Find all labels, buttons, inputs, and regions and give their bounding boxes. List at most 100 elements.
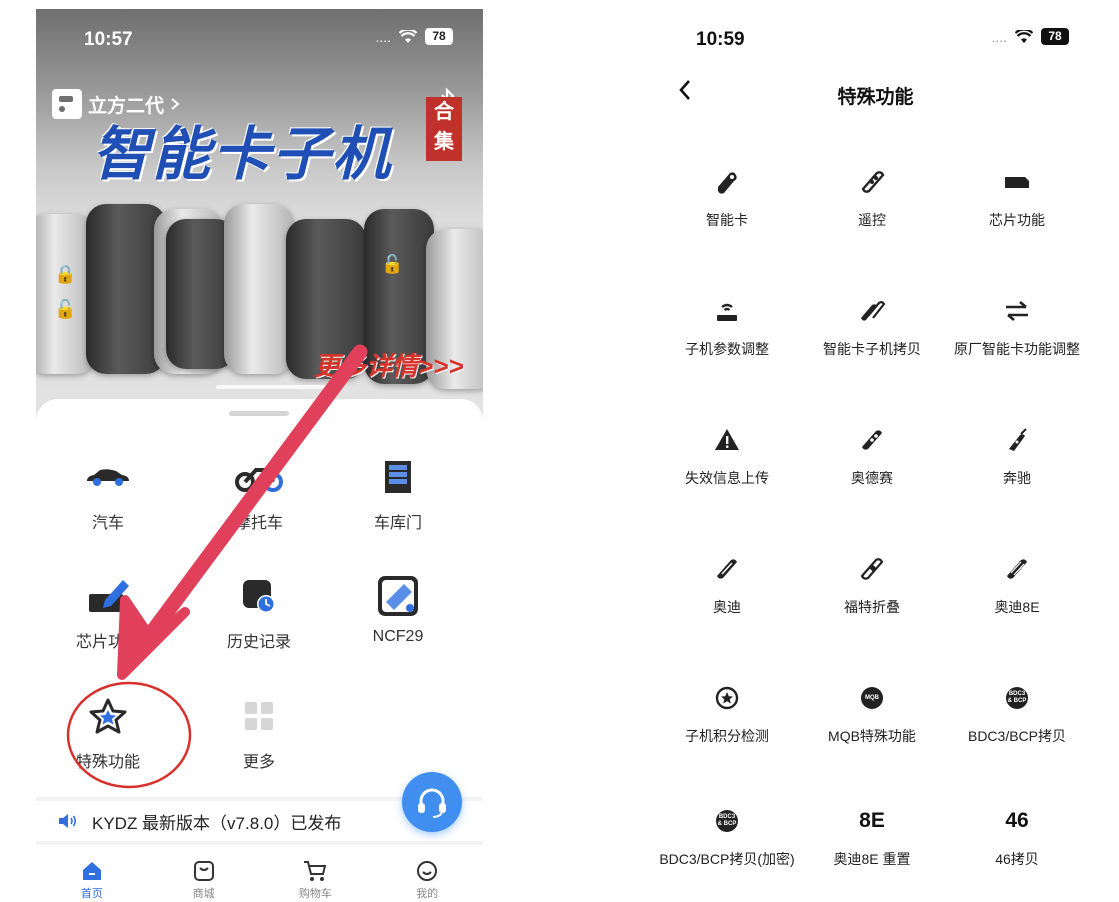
func-label: MQB特殊功能 (828, 728, 916, 744)
more-grid-icon (245, 702, 273, 730)
smart-card-icon (718, 172, 737, 194)
shop-icon (193, 861, 214, 881)
page-title: 特殊功能 (837, 87, 914, 108)
func-points-check[interactable]: 子机积分检测 (652, 683, 802, 746)
status-time: 10:57 (84, 29, 133, 50)
audi-key-icon (717, 559, 737, 579)
tab-label: 商城 (192, 888, 215, 900)
grid-label: NCF29 (372, 628, 424, 645)
carousel-indicator (216, 385, 326, 389)
tab-profile[interactable]: 我的 (371, 857, 483, 902)
func-copy-46[interactable]: 46 46拷贝 (942, 806, 1092, 869)
bdc3-encrypted-icon: BDC3 & BCP (716, 810, 738, 832)
grid-item-special[interactable]: 特殊功能 (48, 696, 168, 772)
chip-icon (1005, 177, 1029, 188)
profile-icon (417, 861, 438, 881)
tab-label: 首页 (80, 888, 103, 900)
func-smart-card[interactable]: 智能卡 (652, 167, 802, 230)
grid-label: 汽车 (91, 515, 124, 532)
func-label: 遥控 (858, 212, 886, 228)
tab-cart[interactable]: 购物车 (260, 857, 372, 902)
tab-label: 购物车 (298, 888, 332, 900)
announcement-text: KYDZ 最新版本（v7.8.0）已发布 (92, 813, 342, 833)
status-icons: .... 78 (375, 28, 453, 45)
grid-label: 特殊功能 (75, 754, 140, 771)
battery-icon: 78 (1041, 28, 1069, 45)
bdc3-icon: BDC3 & BCP (1006, 687, 1028, 709)
copy-key-icon (861, 301, 886, 321)
func-label: 奥迪8E 重置 (833, 851, 911, 867)
func-audi-8e[interactable]: 奥迪8E (942, 554, 1092, 617)
func-param-adjust[interactable]: 子机参数调整 (652, 296, 802, 359)
func-bdc3-copy[interactable]: BDC3 & BCP BDC3/BCP拷贝 (942, 683, 1092, 746)
func-label: 子机参数调整 (685, 341, 769, 357)
func-label: 46拷贝 (995, 851, 1039, 867)
func-label: 子机积分检测 (685, 728, 769, 744)
right-phone-screen: 10:59 .... 78 特殊功能 智能卡 遥控 芯片功能 子机参数调整 智能… (652, 9, 1099, 902)
remote-icon (861, 171, 885, 193)
func-chip[interactable]: 芯片功能 (942, 167, 1092, 230)
func-audi[interactable]: 奥迪 (652, 554, 802, 617)
func-mqb[interactable]: MQB MQB特殊功能 (797, 683, 947, 746)
func-label: 福特折叠 (844, 599, 900, 615)
grid-label: 历史记录 (226, 634, 291, 651)
func-label: 奥迪8E (994, 599, 1040, 615)
func-ford-flip[interactable]: 福特折叠 (797, 554, 947, 617)
battery-icon: 78 (425, 28, 453, 45)
grid-item-ncf29[interactable]: NCF29 (338, 576, 458, 646)
func-label: 智能卡 (706, 212, 748, 228)
func-audi-8e-reset[interactable]: 8E 奥迪8E 重置 (797, 806, 947, 869)
star-icon (89, 698, 127, 734)
warning-icon (715, 429, 739, 450)
copy46-icon: 46 (1005, 809, 1029, 832)
grid-label: 更多 (242, 754, 275, 771)
swap-arrows-icon (1006, 301, 1028, 321)
func-benz[interactable]: 奔驰 (942, 425, 1092, 488)
banner-tag: 合集 (426, 97, 462, 161)
home-icon (82, 862, 101, 880)
mqb-icon: MQB (861, 687, 883, 709)
tab-home[interactable]: 首页 (36, 857, 148, 902)
headset-icon (418, 788, 446, 818)
func-label: BDC3/BCP拷贝 (967, 728, 1067, 744)
status-time: 10:59 (696, 29, 745, 50)
func-odyssey[interactable]: 奥德赛 (797, 425, 947, 488)
banner-carousel[interactable]: 10:57 .... 78 立方二代 智能卡子机 合集 🔒 🔓 🔓 更多详情>>… (36, 9, 483, 429)
tab-shop[interactable]: 商城 (148, 857, 260, 902)
more-details-link[interactable]: 更多详情>>> (314, 346, 464, 383)
chip-pen-icon (89, 580, 129, 612)
audi8e-key-icon (1007, 559, 1027, 579)
left-phone-screen: 10:57 .... 78 立方二代 智能卡子机 合集 🔒 🔓 🔓 更多详情>>… (36, 9, 483, 902)
func-bdc3-copy-encrypted[interactable]: BDC3 & BCP BDC3/BCP拷贝(加密) (652, 806, 802, 869)
grid-label: 芯片功能 (75, 634, 140, 651)
speaker-icon (59, 814, 77, 828)
func-label: 失效信息上传 (685, 470, 769, 486)
ford-flip-key-icon (860, 558, 884, 580)
cart-icon (304, 861, 327, 881)
func-remote[interactable]: 遥控 (797, 167, 947, 230)
garage-door-icon (385, 461, 411, 493)
audi8e-reset-icon: 8E (859, 809, 885, 832)
grid-item-more[interactable]: 更多 (199, 696, 319, 772)
function-sheet: 汽车 摩托车 车库门 芯片功能 历史记录 NCF29 特殊功能 更多 KYDZ … (36, 399, 483, 902)
car-icon (87, 469, 129, 486)
func-copy-key[interactable]: 智能卡子机拷贝 (797, 296, 947, 359)
customer-service-button[interactable] (402, 772, 462, 832)
ncf29-icon (378, 576, 418, 616)
benz-key-icon (1009, 428, 1027, 451)
grid-item-garage[interactable]: 车库门 (338, 457, 458, 533)
param-adjust-icon (717, 303, 737, 321)
device-icon (52, 89, 82, 119)
func-label: 原厂智能卡功能调整 (954, 341, 1080, 357)
grid-item-history[interactable]: 历史记录 (199, 576, 319, 652)
points-check-icon (715, 686, 739, 710)
wifi-icon (1015, 29, 1033, 43)
func-oem-adjust[interactable]: 原厂智能卡功能调整 (942, 296, 1092, 359)
signal-icon: .... (991, 28, 1007, 45)
grid-item-motorcycle[interactable]: 摩托车 (199, 457, 319, 533)
grid-item-car[interactable]: 汽车 (48, 457, 168, 533)
grid-item-chip[interactable]: 芯片功能 (48, 576, 168, 652)
sheet-handle[interactable] (229, 411, 289, 416)
banner-title: 智能卡子机 (92, 122, 393, 187)
func-upload-failure[interactable]: 失效信息上传 (652, 425, 802, 488)
